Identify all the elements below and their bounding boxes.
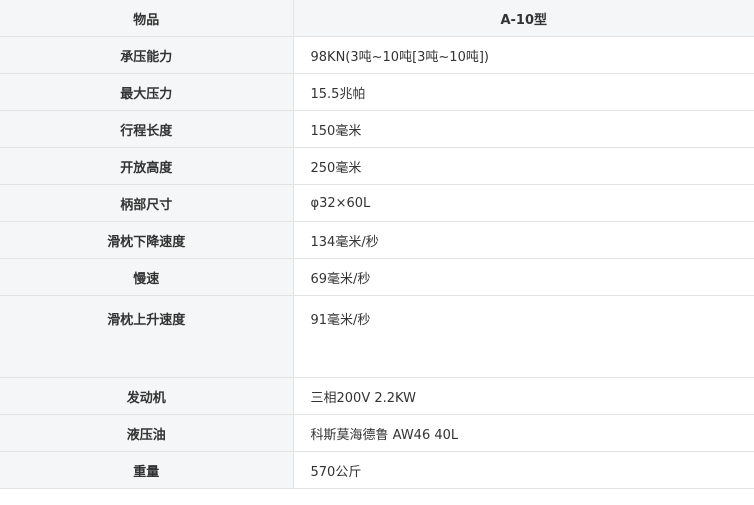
table-row: 最大压力 15.5兆帕 — [0, 73, 754, 111]
row-key: 柄部尺寸 — [0, 184, 294, 222]
table-row: 承压能力 98KN(3吨~10吨[3吨~10吨]) — [0, 36, 754, 74]
row-key: 重量 — [0, 451, 294, 489]
row-key: 发动机 — [0, 377, 294, 415]
row-key: 滑枕上升速度 — [0, 295, 294, 378]
model-header: A-10型 — [293, 0, 754, 37]
row-value: 15.5兆帕 — [293, 73, 754, 111]
row-key: 最大压力 — [0, 73, 294, 111]
spec-table: 物品 A-10型 承压能力 98KN(3吨~10吨[3吨~10吨]) 最大压力 … — [0, 0, 754, 489]
row-key: 承压能力 — [0, 36, 294, 74]
table-row: 发动机 三相200V 2.2KW — [0, 377, 754, 415]
row-value: 150毫米 — [293, 110, 754, 148]
table-row: 液压油 科斯莫海德鲁 AW46 40L — [0, 414, 754, 452]
row-value: 69毫米/秒 — [293, 258, 754, 296]
table-row: 滑枕上升速度 91毫米/秒 — [0, 295, 754, 378]
row-value: 134毫米/秒 — [293, 221, 754, 259]
row-key: 液压油 — [0, 414, 294, 452]
table-header-row: 物品 A-10型 — [0, 0, 754, 37]
row-value: 91毫米/秒 — [293, 295, 754, 378]
row-key: 慢速 — [0, 258, 294, 296]
table-row: 重量 570公斤 — [0, 451, 754, 489]
row-value: 科斯莫海德鲁 AW46 40L — [293, 414, 754, 452]
row-value: φ32×60L — [293, 184, 754, 222]
row-value: 98KN(3吨~10吨[3吨~10吨]) — [293, 36, 754, 74]
row-value: 三相200V 2.2KW — [293, 377, 754, 415]
table-row: 行程长度 150毫米 — [0, 110, 754, 148]
table-row: 滑枕下降速度 134毫米/秒 — [0, 221, 754, 259]
item-header: 物品 — [0, 0, 294, 37]
row-key: 行程长度 — [0, 110, 294, 148]
row-value: 570公斤 — [293, 451, 754, 489]
row-key: 开放高度 — [0, 147, 294, 185]
table-row: 慢速 69毫米/秒 — [0, 258, 754, 296]
row-key: 滑枕下降速度 — [0, 221, 294, 259]
table-row: 柄部尺寸 φ32×60L — [0, 184, 754, 222]
row-value: 250毫米 — [293, 147, 754, 185]
table-row: 开放高度 250毫米 — [0, 147, 754, 185]
